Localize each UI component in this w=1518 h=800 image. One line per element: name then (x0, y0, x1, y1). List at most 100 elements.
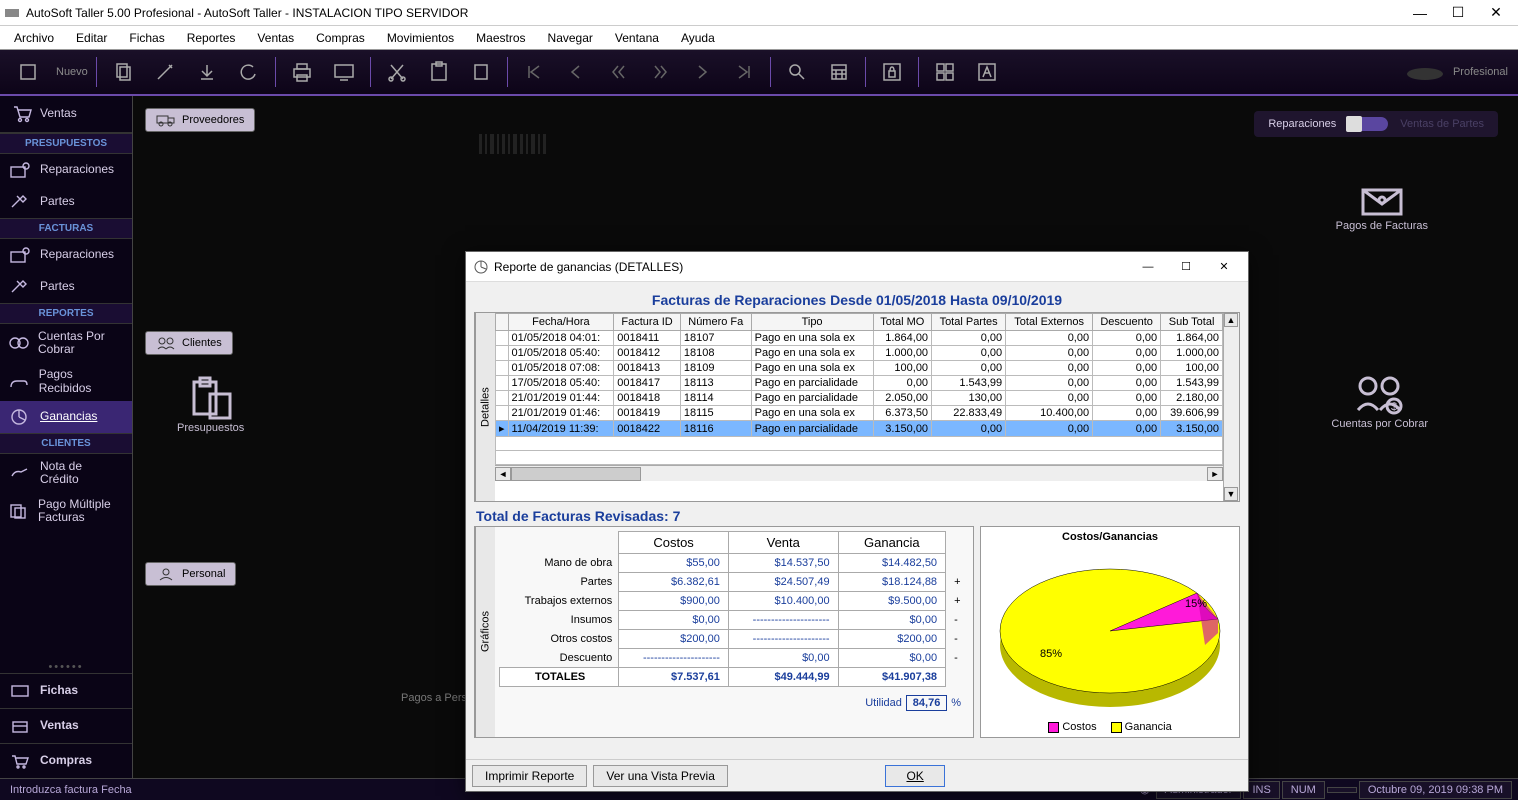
print-button[interactable]: Imprimir Reporte (472, 765, 587, 787)
nav-next-icon[interactable] (684, 54, 720, 90)
menu-fichas[interactable]: Fichas (119, 28, 174, 48)
calc-icon[interactable] (821, 54, 857, 90)
dialog-close[interactable]: ✕ (1208, 256, 1240, 278)
grid-header[interactable]: Tipo (751, 314, 873, 331)
table-row[interactable]: 21/01/2019 01:44:001841818114Pago en par… (496, 391, 1223, 406)
grid-header[interactable]: Total MO (873, 314, 932, 331)
menu-movimientos[interactable]: Movimientos (377, 28, 464, 48)
tab-graficos[interactable]: Gráficos (475, 527, 495, 737)
sidebar-ganancias[interactable]: Ganancias (0, 401, 132, 433)
envelope-icon (1357, 180, 1407, 220)
grid-header[interactable]: Número Fa (680, 314, 751, 331)
cut-icon[interactable] (379, 54, 415, 90)
lock-icon[interactable] (874, 54, 910, 90)
toggle-switch[interactable] (1348, 117, 1388, 131)
node-personal[interactable]: Personal (145, 562, 236, 586)
text-icon[interactable] (969, 54, 1005, 90)
menu-compras[interactable]: Compras (306, 28, 375, 48)
menu-archivo[interactable]: Archivo (4, 28, 64, 48)
svg-text:15%: 15% (1185, 598, 1207, 610)
node-cuentas-cobrar[interactable]: $Cuentas por Cobrar (1331, 374, 1428, 430)
nav-back-icon[interactable] (600, 54, 636, 90)
menu-maestros[interactable]: Maestros (466, 28, 535, 48)
sidebar-cuentas-cobrar[interactable]: Cuentas Por Cobrar (0, 324, 132, 362)
sidebar-pagos-recibidos[interactable]: Pagos Recibidos (0, 362, 132, 400)
sidebar-bottom-fichas[interactable]: Fichas (0, 673, 132, 708)
save-icon[interactable] (189, 54, 225, 90)
utilidad-value: 84,76 (906, 695, 948, 711)
table-row[interactable]: 01/05/2018 04:01:001841118107Pago en una… (496, 331, 1223, 346)
close-button[interactable]: ✕ (1486, 4, 1506, 22)
grid-header[interactable]: Total Partes (932, 314, 1006, 331)
table-row[interactable]: 01/05/2018 07:08:001841318109Pago en una… (496, 361, 1223, 376)
table-row[interactable]: ▸11/04/2019 11:39:001842218116Pago en pa… (496, 421, 1223, 437)
menu-navegar[interactable]: Navegar (538, 28, 603, 48)
toggle-bar[interactable]: Reparaciones Ventas de Partes (1254, 111, 1498, 137)
edit-icon[interactable] (147, 54, 183, 90)
sidebar-bottom-compras[interactable]: Compras (0, 743, 132, 778)
table-row[interactable]: 17/05/2018 05:40:001841718113Pago en par… (496, 376, 1223, 391)
copy-icon[interactable] (105, 54, 141, 90)
grid-header[interactable]: Sub Total (1161, 314, 1223, 331)
nav-prev-icon[interactable] (558, 54, 594, 90)
sidebar-reparaciones-presu[interactable]: Reparaciones (0, 154, 132, 186)
scroll-up[interactable]: ▲ (1224, 313, 1238, 327)
nav-fwd-icon[interactable] (642, 54, 678, 90)
preview-button[interactable]: Ver una Vista Previa (593, 765, 728, 787)
maximize-button[interactable]: ☐ (1448, 4, 1468, 22)
scroll-right[interactable]: ► (1207, 467, 1223, 481)
menu-ayuda[interactable]: Ayuda (671, 28, 725, 48)
scroll-left[interactable]: ◄ (495, 467, 511, 481)
section-reportes: REPORTES (0, 303, 132, 324)
scroll-thumb[interactable] (511, 467, 641, 481)
node-presupuestos[interactable]: Presupuestos (177, 376, 244, 434)
undo-icon[interactable] (231, 54, 267, 90)
register-icon (8, 716, 32, 736)
app-icon (4, 5, 20, 21)
nav-first-icon[interactable] (516, 54, 552, 90)
grid-scrollbar[interactable]: ◄ ► (495, 465, 1223, 481)
table-row[interactable]: 01/05/2018 05:40:001841218108Pago en una… (496, 346, 1223, 361)
menu-editar[interactable]: Editar (66, 28, 117, 48)
sidebar-nota-credito[interactable]: Nota de Crédito (0, 454, 132, 492)
tab-detalles[interactable]: Detalles (475, 313, 495, 501)
minimize-button[interactable]: — (1410, 4, 1430, 22)
sidebar-pago-multiple[interactable]: Pago Múltiple Facturas (0, 492, 132, 530)
dialog-icon (474, 260, 488, 274)
scroll-down[interactable]: ▼ (1224, 487, 1238, 501)
screen-icon[interactable] (326, 54, 362, 90)
sidebar-partes-presu[interactable]: Partes (0, 186, 132, 218)
node-proveedores[interactable]: Proveedores (145, 108, 255, 132)
invoice-grid[interactable]: Fecha/HoraFactura IDNúmero FaTipoTotal M… (495, 313, 1223, 465)
sidebar-reparaciones-fact[interactable]: Reparaciones (0, 239, 132, 271)
menu-ventana[interactable]: Ventana (605, 28, 669, 48)
paste-icon[interactable] (421, 54, 457, 90)
print-icon[interactable] (284, 54, 320, 90)
menu-ventas[interactable]: Ventas (247, 28, 304, 48)
search-icon[interactable] (779, 54, 815, 90)
grid-header[interactable]: Fecha/Hora (508, 314, 614, 331)
people-icon (156, 336, 176, 350)
ok-button[interactable]: OK (885, 765, 944, 787)
svg-text:$: $ (1391, 401, 1397, 413)
money-icon (8, 333, 30, 353)
status-num: NUM (1282, 781, 1325, 799)
table-row[interactable]: 21/01/2019 01:46:001841918115Pago en una… (496, 406, 1223, 421)
dialog-title: Reporte de ganancias (DETALLES) (494, 260, 1126, 274)
node-clientes[interactable]: Clientes (145, 331, 233, 355)
grid-header[interactable]: Factura ID (614, 314, 681, 331)
sidebar-heading[interactable]: Ventas (0, 96, 132, 133)
dialog-minimize[interactable]: — (1132, 256, 1164, 278)
grid-header[interactable]: Total Externos (1006, 314, 1093, 331)
dialog-maximize[interactable]: ☐ (1170, 256, 1202, 278)
clipboard-icon[interactable] (463, 54, 499, 90)
nav-last-icon[interactable] (726, 54, 762, 90)
grid-header[interactable]: Descuento (1093, 314, 1161, 331)
grid-icon[interactable] (927, 54, 963, 90)
node-pagos-facturas[interactable]: Pagos de Facturas (1336, 180, 1428, 232)
sidebar-bottom-ventas[interactable]: Ventas (0, 708, 132, 743)
nuevo-button[interactable] (10, 54, 46, 90)
section-facturas: FACTURAS (0, 218, 132, 239)
menu-reportes[interactable]: Reportes (177, 28, 246, 48)
sidebar-partes-fact[interactable]: Partes (0, 271, 132, 303)
